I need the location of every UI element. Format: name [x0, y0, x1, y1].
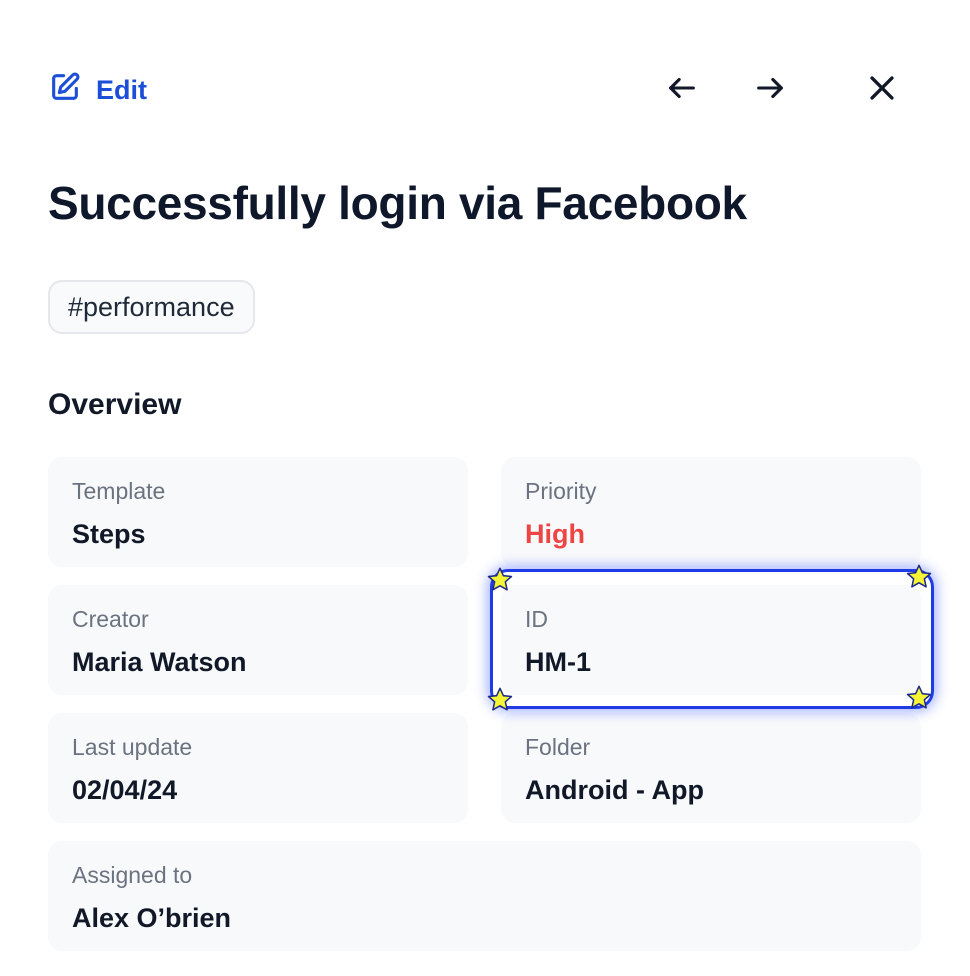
toolbar: Edit [48, 64, 922, 114]
close-button[interactable] [862, 70, 902, 110]
star-icon [487, 567, 513, 591]
field-value: HM-1 [525, 647, 591, 677]
field-value: 02/04/24 [72, 775, 178, 805]
tag-badge[interactable]: #performance [48, 280, 255, 334]
field-last-update: Last update 02/04/24 [48, 713, 468, 823]
field-value: Android - App [525, 775, 704, 805]
next-button[interactable] [750, 70, 790, 110]
field-creator: Creator Maria Watson [48, 585, 468, 695]
overview-heading: Overview [48, 388, 182, 421]
page-title: Successfully login via Facebook [48, 177, 747, 229]
star-icon [487, 687, 513, 711]
field-template: Template Steps [48, 457, 468, 567]
field-priority: Priority High [501, 457, 921, 567]
edit-icon [48, 70, 82, 111]
field-label: Template [72, 478, 166, 504]
close-icon [865, 71, 899, 110]
field-folder: Folder Android - App [501, 713, 921, 823]
field-label: Priority [525, 478, 597, 504]
field-label: Last update [72, 734, 193, 760]
edit-button[interactable]: Edit [48, 70, 147, 111]
star-icon [906, 685, 932, 709]
field-value: Maria Watson [72, 647, 247, 677]
field-id: ID HM-1 [501, 585, 921, 695]
field-label: Assigned to [72, 862, 193, 888]
arrow-left-icon [665, 71, 699, 110]
field-value: Steps [72, 519, 146, 549]
edit-label: Edit [96, 75, 147, 105]
priority-value: High [525, 519, 585, 549]
field-assigned-to: Assigned to Alex O’brien [48, 841, 921, 951]
field-value: Alex O’brien [72, 903, 232, 933]
previous-button[interactable] [662, 70, 702, 110]
star-icon [906, 564, 932, 588]
test-case-detail-panel: Edit Successfully login via Facebook #pe… [0, 0, 970, 976]
field-label: Folder [525, 734, 591, 760]
field-label: ID [525, 606, 548, 632]
arrow-right-icon [753, 71, 787, 110]
field-label: Creator [72, 606, 149, 632]
